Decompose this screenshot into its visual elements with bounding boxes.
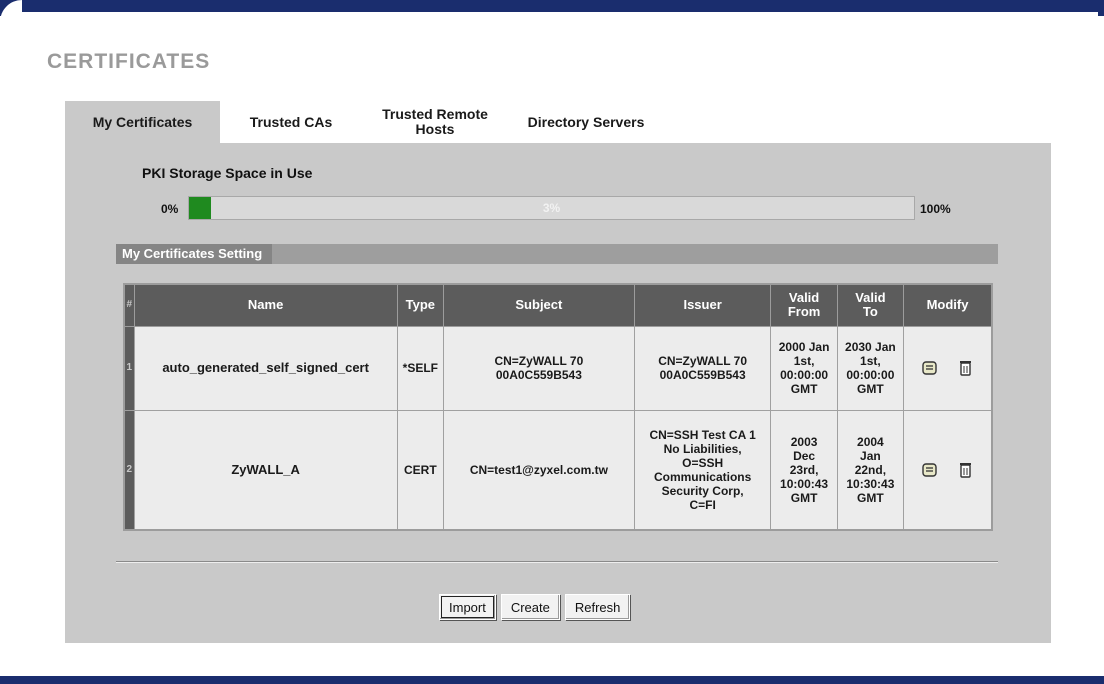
cert-issuer-text: CN=SSH Test CA 1 No Liabilities, O=SSH C…	[649, 427, 756, 512]
column-header-issuer: Issuer	[633, 283, 772, 327]
valid-from-label: Valid From	[787, 290, 821, 320]
action-buttons: Import Create Refresh	[439, 594, 631, 620]
table-row: 1 auto_generated_self_signed_cert *SELF …	[123, 325, 993, 411]
row-number: 2	[123, 409, 135, 531]
cert-subject: CN=ZyWALL 70 00A0C559B543	[442, 325, 635, 411]
cert-issuer: CN=SSH Test CA 1 No Liabilities, O=SSH C…	[633, 409, 772, 531]
cert-name: auto_generated_self_signed_cert	[133, 325, 398, 411]
cert-modify-cell	[903, 409, 993, 531]
section-header: My Certificates Setting	[116, 244, 998, 264]
edit-icon[interactable]	[920, 358, 940, 378]
column-header-type: Type	[396, 283, 444, 327]
cert-valid-to-text: 2004 Jan 22nd, 10:30:43 GMT	[846, 434, 895, 505]
cert-name: ZyWALL_A	[133, 409, 398, 531]
cert-subject: CN=test1@zyxel.com.tw	[442, 409, 635, 531]
tab-directory-servers[interactable]: Directory Servers	[508, 101, 664, 143]
column-header-valid-from: Valid From	[770, 283, 838, 327]
import-button[interactable]: Import	[439, 594, 496, 620]
page-title: CERTIFICATES	[47, 50, 211, 73]
tab-bar: My Certificates Trusted CAs Trusted Remo…	[65, 101, 664, 143]
column-header-modify: Modify	[903, 283, 993, 327]
cert-valid-from-text: 2003 Dec 23rd, 10:00:43 GMT	[780, 434, 829, 505]
cert-valid-from: 2003 Dec 23rd, 10:00:43 GMT	[770, 409, 838, 531]
cert-subject-text: CN=ZyWALL 70 00A0C559B543	[494, 354, 584, 382]
section-header-label: My Certificates Setting	[116, 244, 273, 264]
cert-valid-to: 2030 Jan 1st, 00:00:00 GMT	[836, 325, 905, 411]
tab-trusted-remote-hosts[interactable]: Trusted Remote Hosts	[362, 101, 508, 143]
cert-issuer-text: CN=ZyWALL 70 00A0C559B543	[658, 354, 748, 382]
column-header-name: Name	[133, 283, 398, 327]
storage-min-label: 0%	[161, 202, 179, 216]
tab-trusted-remote-hosts-label: Trusted Remote Hosts	[382, 106, 488, 137]
cert-issuer: CN=ZyWALL 70 00A0C559B543	[633, 325, 772, 411]
divider	[116, 561, 998, 563]
trash-icon[interactable]	[955, 460, 975, 480]
table-row: 2 ZyWALL_A CERT CN=test1@zyxel.com.tw CN…	[123, 409, 993, 531]
certificates-table: # Name Type Subject Issuer Valid From Va…	[123, 283, 993, 531]
table-header-row: # Name Type Subject Issuer Valid From Va…	[123, 283, 993, 327]
cert-type: CERT	[396, 409, 444, 531]
cert-valid-from: 2000 Jan 1st, 00:00:00 GMT	[770, 325, 838, 411]
valid-to-label: Valid To	[855, 290, 886, 320]
cert-type: *SELF	[396, 325, 444, 411]
create-button[interactable]: Create	[500, 594, 560, 620]
window-frame-bottom	[0, 676, 1104, 684]
tab-my-certificates[interactable]: My Certificates	[65, 101, 220, 143]
storage-progress-text: 3%	[542, 201, 561, 215]
column-header-subject: Subject	[442, 283, 635, 327]
edit-icon[interactable]	[920, 460, 940, 480]
row-number: 1	[123, 325, 135, 411]
storage-label: PKI Storage Space in Use	[142, 165, 313, 181]
refresh-button[interactable]: Refresh	[564, 594, 631, 620]
column-header-number: #	[123, 283, 135, 327]
tab-trusted-cas[interactable]: Trusted CAs	[220, 101, 362, 143]
cert-valid-to: 2004 Jan 22nd, 10:30:43 GMT	[836, 409, 905, 531]
storage-max-label: 100%	[920, 202, 951, 216]
storage-progress-bar: 3%	[188, 196, 915, 220]
column-header-valid-to: Valid To	[836, 283, 905, 327]
trash-icon[interactable]	[955, 358, 975, 378]
cert-modify-cell	[903, 325, 993, 411]
tab-content: PKI Storage Space in Use 0% 3% 100% My C…	[65, 143, 1051, 643]
